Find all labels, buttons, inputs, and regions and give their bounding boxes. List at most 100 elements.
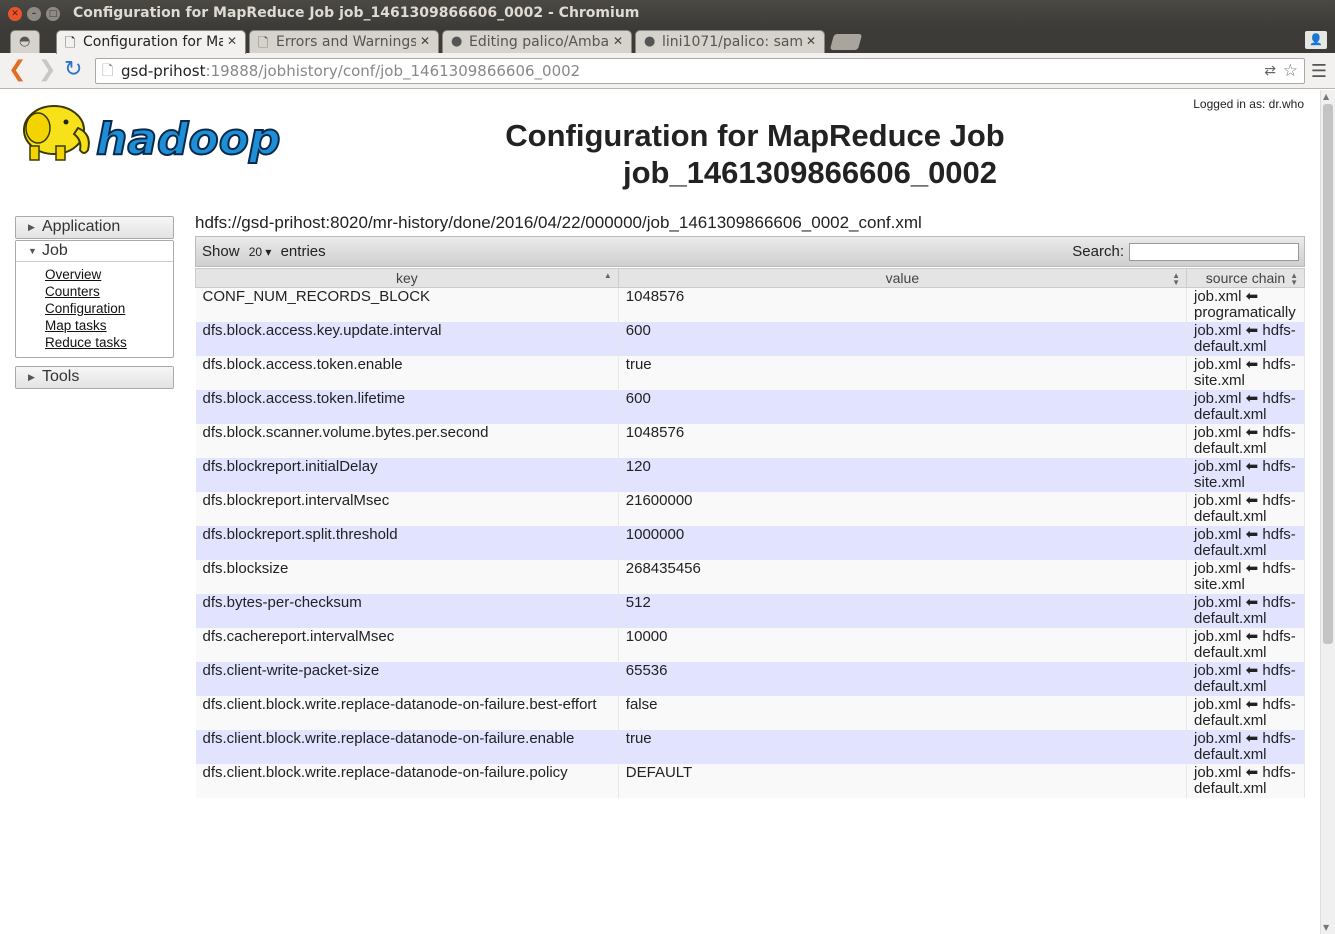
column-header-value[interactable]: value ▲ ▼	[617, 268, 1187, 288]
page-info-icon[interactable]: 🗋	[102, 59, 113, 83]
column-header-key[interactable]: key ▲	[195, 268, 619, 288]
entries-select[interactable]: 20 ▾	[246, 245, 275, 259]
sidebar-item-job[interactable]: ▼ Job	[16, 241, 173, 262]
sidebar-link-map-tasks[interactable]: Map tasks	[45, 317, 173, 334]
sidebar-item-application[interactable]: ▶ Application	[16, 217, 173, 238]
scroll-down-icon[interactable]: ▼	[1323, 923, 1329, 932]
entries-label: entries	[280, 243, 326, 260]
cell-key: dfs.block.scanner.volume.bytes.per.secon…	[195, 424, 619, 458]
tab-editing-palico[interactable]: ● Editing palico/Ambari ✕	[442, 30, 632, 53]
table-row: dfs.bytes-per-checksum 512 job.xml ⬅ hdfs-…	[195, 594, 1306, 628]
new-tab-button[interactable]	[829, 34, 863, 50]
tab-app-launcher[interactable]: ◓	[10, 30, 40, 53]
cell-source-chain: job.xml ⬅ hdfs-default.xml	[1186, 526, 1306, 560]
cell-source-chain: job.xml ⬅ programatically	[1186, 287, 1306, 322]
scrollbar-thumb[interactable]	[1323, 104, 1333, 644]
sidebar-section-tools: ▶ Tools	[15, 366, 174, 389]
sidebar-item-label: Tools	[42, 368, 80, 385]
cell-key: dfs.block.access.key.update.interval	[195, 322, 619, 356]
sidebar-item-label: Job	[42, 242, 68, 259]
page-icon: 🗋	[65, 36, 76, 51]
search-input[interactable]	[1129, 243, 1299, 261]
table-controls: Show 20 ▾ entries Search:	[195, 236, 1305, 267]
table-body: CONF_NUM_RECORDS_BLOCK 1048576 job.xml ⬅ p…	[195, 287, 1306, 798]
cell-key: dfs.blockreport.intervalMsec	[195, 492, 619, 526]
address-bar[interactable]: 🗋 gsd-prihost:19888/jobhistory/conf/job_…	[95, 58, 1305, 84]
table-row: dfs.block.access.token.enable true job.xml…	[195, 356, 1306, 390]
cell-key: dfs.client.block.write.replace-datanode-…	[195, 764, 619, 798]
cell-value: 21600000	[618, 492, 1187, 526]
tab-label: Configuration for MapReduce Job	[83, 34, 223, 50]
forward-icon[interactable]: ❯	[38, 59, 56, 81]
sidebar-link-overview[interactable]: Overview	[45, 266, 173, 283]
table-row: dfs.blockreport.intervalMsec 21600000 job.…	[195, 492, 1306, 526]
table-row: dfs.blocksize 268435456 job.xml ⬅ hdfs-sit…	[195, 560, 1306, 594]
cell-source-chain: job.xml ⬅ hdfs-site.xml	[1186, 356, 1306, 390]
tab-close-icon[interactable]: ✕	[613, 34, 623, 48]
conf-file-path: hdfs://gsd-prihost:8020/mr-history/done/…	[195, 213, 922, 232]
cell-source-chain: job.xml ⬅ hdfs-default.xml	[1186, 628, 1306, 662]
sort-asc-icon: ▲	[603, 271, 612, 280]
elephant-icon	[23, 105, 90, 161]
tab-configuration[interactable]: 🗋 Configuration for MapReduce Job ✕	[56, 30, 246, 54]
browser-toolbar: ❮ ❯ ↻ 🗋 gsd-prihost:19888/jobhistory/con…	[0, 53, 1335, 89]
cell-key: dfs.blockreport.split.threshold	[195, 526, 619, 560]
profile-icon[interactable]: 👤	[1305, 31, 1327, 49]
tab-errors-warnings[interactable]: 🗋 Errors and Warnings ✕	[249, 30, 439, 53]
cell-value: 1048576	[618, 287, 1187, 322]
menu-icon[interactable]: ☰	[1311, 61, 1327, 82]
cell-source-chain: job.xml ⬅ hdfs-default.xml	[1186, 322, 1306, 356]
scroll-up-icon[interactable]: ▲	[1323, 92, 1329, 101]
window-minimize-icon[interactable]: –	[27, 7, 41, 21]
cell-key: dfs.client.block.write.replace-datanode-…	[195, 730, 619, 764]
back-icon[interactable]: ❮	[8, 59, 26, 81]
sidebar-link-reduce-tasks[interactable]: Reduce tasks	[45, 334, 173, 351]
cell-value: 512	[618, 594, 1187, 628]
window-maximize-icon[interactable]: □	[46, 7, 60, 21]
cell-key: dfs.cachereport.intervalMsec	[195, 628, 619, 662]
bookmark-star-icon[interactable]: ☆	[1283, 59, 1298, 83]
tab-label: Editing palico/Ambari	[469, 34, 609, 50]
table-row: dfs.client.block.write.replace-datanode-…	[195, 730, 1306, 764]
translate-icon[interactable]: ⇄	[1264, 59, 1276, 83]
table-row: dfs.client.block.write.replace-datanode-…	[195, 696, 1306, 730]
tab-close-icon[interactable]: ✕	[227, 34, 237, 48]
sidebar-link-counters[interactable]: Counters	[45, 283, 173, 300]
page-scrollbar[interactable]: ▲ ▼	[1320, 90, 1335, 934]
cell-value: 600	[618, 390, 1187, 424]
logo-text: hadoop	[96, 114, 280, 165]
entries-control: Show 20 ▾ entries	[202, 243, 326, 260]
page-icon: 🗋	[258, 36, 269, 51]
table-row: dfs.block.access.token.lifetime 600 job.xm…	[195, 390, 1306, 424]
window-close-icon[interactable]: ✕	[8, 7, 22, 21]
triangle-right-icon: ▶	[28, 372, 35, 382]
cell-source-chain: job.xml ⬅ hdfs-default.xml	[1186, 730, 1306, 764]
cell-source-chain: job.xml ⬅ hdfs-default.xml	[1186, 594, 1306, 628]
cell-value: true	[618, 730, 1187, 764]
window-titlebar: ✕ – □ Configuration for MapReduce Job jo…	[0, 0, 1335, 28]
sidebar-link-configuration[interactable]: Configuration	[45, 300, 173, 317]
tab-close-icon[interactable]: ✕	[806, 34, 816, 48]
tab-strip: ◓ 🗋 Configuration for MapReduce Job ✕ 🗋 …	[0, 28, 1335, 54]
tab-label: Errors and Warnings	[276, 34, 416, 50]
cell-key: dfs.client-write-packet-size	[195, 662, 619, 696]
column-header-source-chain[interactable]: source chain ▲ ▼	[1185, 268, 1306, 288]
cell-value: false	[618, 696, 1187, 730]
cell-value: 120	[618, 458, 1187, 492]
sidebar-item-tools[interactable]: ▶ Tools	[16, 367, 173, 388]
table-row: dfs.cachereport.intervalMsec 10000 job.xml…	[195, 628, 1306, 662]
triangle-right-icon: ▶	[28, 222, 35, 232]
github-icon: ●	[644, 34, 656, 49]
cell-value: 1048576	[618, 424, 1187, 458]
cell-key: dfs.bytes-per-checksum	[195, 594, 619, 628]
reload-icon[interactable]: ↻	[64, 59, 82, 81]
cell-source-chain: job.xml ⬅ hdfs-site.xml	[1186, 560, 1306, 594]
cell-source-chain: job.xml ⬅ hdfs-default.xml	[1186, 764, 1306, 798]
cell-source-chain: job.xml ⬅ hdfs-default.xml	[1186, 696, 1306, 730]
tab-lini-palico[interactable]: ● lini1071/palico: sample ✕	[635, 30, 825, 53]
show-label: Show	[202, 243, 240, 260]
tab-close-icon[interactable]: ✕	[420, 34, 430, 48]
cell-source-chain: job.xml ⬅ hdfs-default.xml	[1186, 390, 1306, 424]
table-row: dfs.block.access.key.update.interval 600 j…	[195, 322, 1306, 356]
cell-source-chain: job.xml ⬅ hdfs-site.xml	[1186, 458, 1306, 492]
